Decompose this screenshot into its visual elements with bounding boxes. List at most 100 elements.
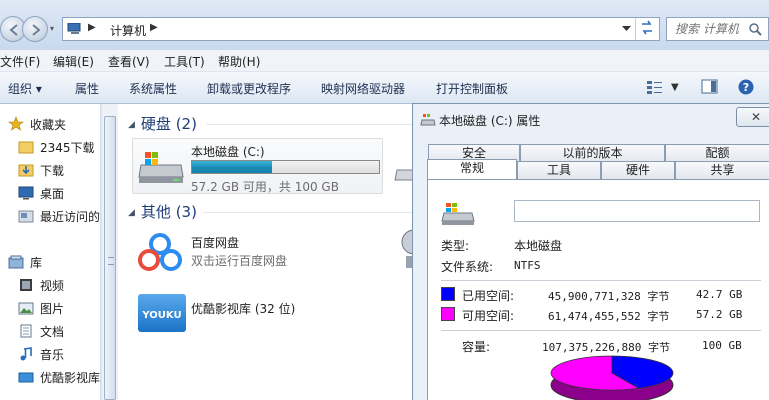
volume-label-input[interactable] (514, 200, 760, 222)
sidebar-item-label: 图片 (40, 302, 65, 316)
search-box[interactable] (666, 17, 769, 41)
tab-previous-versions[interactable]: 以前的版本 (520, 144, 665, 162)
sidebar-item-2345-downloads[interactable]: 2345下载 (18, 139, 95, 159)
group-divider (206, 124, 414, 125)
refresh-button[interactable] (635, 18, 659, 40)
usage-bar-fill (192, 161, 272, 173)
hard-drive-icon (441, 203, 475, 225)
view-dropdown-icon[interactable]: ▼ (671, 82, 679, 93)
change-view-button[interactable] (646, 79, 664, 95)
drive-c-usage-bar (191, 160, 380, 174)
menu-tools[interactable]: 工具(T) (164, 53, 205, 70)
sidebar-item-desktop[interactable]: 桌面 (18, 185, 64, 205)
music-icon (18, 347, 34, 361)
picture-icon (18, 301, 34, 315)
sidebar-item-youku-library[interactable]: 优酷影视库 (18, 369, 100, 389)
address-field[interactable]: ▶ 计算机 ▶ (62, 17, 660, 41)
sidebar-item-label: 文档 (40, 325, 65, 339)
tab-quota[interactable]: 配额 (665, 144, 769, 162)
help-button[interactable]: ? (737, 79, 755, 95)
breadcrumb-computer[interactable]: 计算机 (110, 22, 146, 39)
sidebar-item-favorites[interactable]: 收藏夹 (8, 116, 66, 136)
map-network-drive-button[interactable]: 映射网络驱动器 (321, 80, 405, 97)
divider (441, 280, 761, 281)
computer-icon (67, 23, 81, 34)
sidebar-item-label: 视频 (40, 279, 65, 293)
tab-tools[interactable]: 工具 (517, 161, 601, 179)
sidebar-item-recent[interactable]: 最近访问的 (18, 208, 100, 228)
baidu-netdisk-icon (138, 233, 182, 271)
used-space-bytes: 45,900,771,328 字节 (548, 290, 670, 303)
download-folder-icon (18, 163, 34, 177)
sidebar-item-videos[interactable]: 视频 (18, 277, 64, 297)
drive-c-name: 本地磁盘 (C:) (191, 145, 265, 159)
view-options-icon (647, 81, 662, 94)
svg-text:?: ? (743, 81, 749, 94)
free-space-bytes: 61,474,455,552 字节 (548, 310, 670, 323)
sidebar-item-libraries[interactable]: 库 (8, 254, 42, 274)
breadcrumb-separator-icon[interactable]: ▶ (88, 22, 96, 33)
disk-usage-pie-chart (550, 355, 674, 400)
dialog-title: 本地磁盘 (C:) 属性 (439, 114, 541, 128)
sidebar-item-pictures[interactable]: 图片 (18, 300, 64, 320)
folder-icon (18, 140, 34, 154)
drive-c-free-space: 57.2 GB 可用，共 100 GB (191, 180, 339, 194)
type-value: 本地磁盘 (514, 239, 563, 253)
refresh-icon (642, 20, 652, 35)
drive-d-partial-icon (394, 169, 414, 181)
sidebar-item-label: 库 (30, 256, 43, 270)
scrollbar-thumb[interactable] (104, 116, 116, 400)
general-tab-panel: 类型: 本地磁盘 文件系统: NTFS 已用空间: 45,900,771,328… (427, 179, 769, 400)
menu-help[interactable]: 帮助(H) (218, 53, 260, 70)
preview-pane-button[interactable] (701, 79, 719, 95)
group-header-hard-disks[interactable]: ◢ 硬盘 (2) (128, 113, 197, 134)
dialog-close-button[interactable]: ✕ (736, 107, 769, 127)
menu-edit[interactable]: 编辑(E) (53, 53, 94, 70)
sidebar-item-downloads[interactable]: 下载 (18, 162, 64, 182)
hard-drive-icon (138, 152, 184, 183)
command-toolbar: 组织 ▾ 属性 系统属性 卸载或更改程序 映射网络驱动器 打开控制面板 ▼ ? (0, 72, 769, 104)
baidu-title: 百度网盘 (191, 236, 240, 250)
hard-drive-icon (420, 114, 436, 126)
sidebar-item-label: 收藏夹 (30, 118, 67, 132)
sidebar-item-label: 优酷影视库 (40, 371, 101, 385)
forward-arrow-icon (32, 24, 41, 36)
search-input[interactable] (675, 19, 755, 39)
video-icon (18, 278, 34, 292)
breadcrumb-separator-icon[interactable]: ▶ (150, 22, 158, 33)
recent-places-icon (18, 209, 34, 223)
collapse-triangle-icon[interactable]: ◢ (128, 208, 135, 218)
tab-sharing[interactable]: 共享 (675, 161, 769, 179)
back-arrow-icon (9, 24, 18, 36)
capacity-gb: 100 GB (702, 339, 742, 352)
chevron-down-icon[interactable] (622, 26, 631, 32)
help-icon: ? (738, 79, 754, 95)
properties-button[interactable]: 属性 (75, 80, 99, 97)
drive-c-tile[interactable]: 本地磁盘 (C:) 57.2 GB 可用，共 100 GB (132, 138, 383, 194)
group-divider (203, 212, 414, 213)
sidebar-item-label: 下载 (40, 164, 65, 178)
search-icon[interactable] (749, 23, 762, 36)
system-properties-button[interactable]: 系统属性 (129, 80, 177, 97)
collapse-triangle-icon[interactable]: ◢ (128, 120, 135, 130)
tab-hardware[interactable]: 硬件 (601, 161, 675, 179)
open-control-panel-button[interactable]: 打开控制面板 (436, 80, 508, 97)
menu-view[interactable]: 查看(V) (108, 53, 150, 70)
tab-general[interactable]: 常规 (427, 159, 517, 179)
forward-button[interactable] (22, 16, 48, 42)
free-space-label: 可用空间: (462, 309, 515, 323)
group-header-other[interactable]: ◢ 其他 (3) (128, 201, 197, 222)
sidebar-item-documents[interactable]: 文档 (18, 323, 64, 343)
capacity-label: 容量: (462, 340, 491, 354)
youku-library-item[interactable]: YOUKU 优酷影视库 (32 位) (132, 292, 332, 336)
recent-pages-icon[interactable]: ▾ (50, 24, 54, 33)
type-label: 类型: (441, 239, 470, 253)
sidebar-scrollbar[interactable] (101, 104, 118, 400)
baidu-netdisk-item[interactable]: 百度网盘 双击运行百度网盘 (132, 230, 332, 274)
sidebar-item-music[interactable]: 音乐 (18, 346, 64, 366)
library-icon (8, 255, 24, 269)
organize-button[interactable]: 组织 ▾ (8, 80, 42, 97)
uninstall-program-button[interactable]: 卸载或更改程序 (207, 80, 291, 97)
menu-file[interactable]: 文件(F) (0, 53, 40, 70)
sidebar-item-label: 音乐 (40, 348, 65, 362)
